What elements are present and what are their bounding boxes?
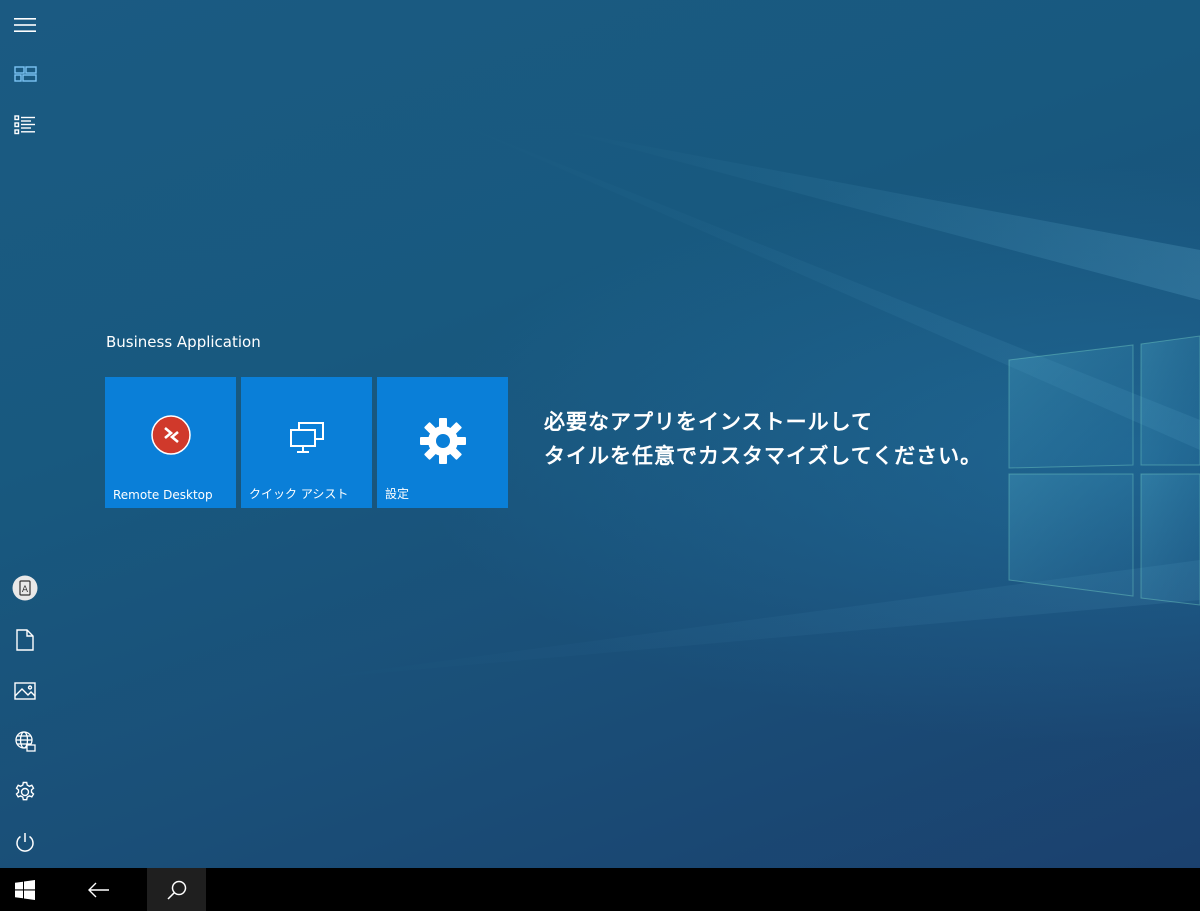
windows-start-icon <box>15 879 35 900</box>
tile-settings[interactable]: 設定 <box>377 377 508 508</box>
pictures-icon <box>14 682 36 700</box>
tile-remote-desktop[interactable]: Remote Desktop <box>105 377 236 508</box>
remote-desktop-icon <box>150 415 191 455</box>
documents-icon <box>16 629 34 651</box>
tiles-view-button[interactable] <box>0 51 50 97</box>
tile-label: クイック アシスト <box>249 487 349 501</box>
network-button[interactable] <box>0 718 50 764</box>
all-apps-list-icon <box>14 115 35 135</box>
instruction-line-1: 必要なアプリをインストールして <box>544 410 873 434</box>
settings-gear-icon <box>419 418 466 464</box>
search-button[interactable] <box>147 868 206 911</box>
power-icon <box>16 833 34 852</box>
tile-label: Remote Desktop <box>113 488 213 502</box>
settings-icon <box>15 781 35 801</box>
back-arrow-icon <box>88 882 109 897</box>
desktop-background: A Business Application Remote Desktop クイ… <box>0 0 1200 868</box>
tile-quick-assist[interactable]: クイック アシスト <box>241 377 372 508</box>
pictures-button[interactable] <box>0 668 50 714</box>
back-button[interactable] <box>74 868 124 911</box>
search-icon <box>166 880 186 900</box>
hamburger-menu-icon <box>14 18 36 32</box>
user-account-button[interactable]: A <box>0 565 50 611</box>
network-icon <box>15 731 36 752</box>
svg-text:A: A <box>22 585 29 595</box>
settings-button[interactable] <box>0 769 50 815</box>
power-button[interactable] <box>0 820 50 866</box>
all-apps-button[interactable] <box>0 102 50 148</box>
instruction-line-2: タイルを任意でカスタマイズしてください。 <box>544 444 983 468</box>
tiles-view-icon <box>13 66 37 82</box>
quick-assist-icon <box>289 422 324 453</box>
taskbar <box>0 868 1200 911</box>
customize-instruction-text: 必要なアプリをインストールして タイルを任意でカスタマイズしてください。 <box>544 405 982 473</box>
hamburger-menu-button[interactable] <box>0 2 50 48</box>
tile-label: 設定 <box>385 487 410 501</box>
start-button[interactable] <box>0 868 50 911</box>
start-left-rail: A <box>0 0 50 868</box>
tile-group-title[interactable]: Business Application <box>106 333 261 351</box>
documents-button[interactable] <box>0 617 50 663</box>
user-account-icon: A <box>12 575 38 601</box>
